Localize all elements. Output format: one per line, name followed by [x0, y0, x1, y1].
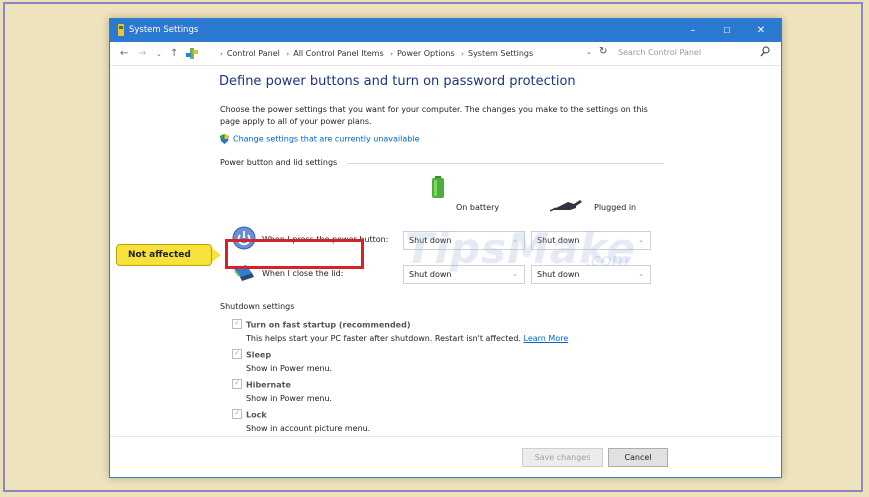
description-text: This helps start your PC faster after sh…	[246, 334, 521, 343]
hibernate-checkbox[interactable]: ✓ Hibernate	[232, 379, 291, 390]
lock-checkbox[interactable]: ✓ Lock	[232, 409, 267, 420]
change-settings-link-label[interactable]: Change settings that are currently unava…	[233, 135, 420, 144]
breadcrumb: › Control Panel › All Control Panel Items …	[216, 49, 533, 58]
select-value: Shut down	[537, 236, 580, 245]
forward-arrow-icon[interactable]: →	[138, 48, 146, 59]
plugged-in-header: Plugged in	[594, 203, 637, 212]
footer-bar: Save changes Cancel	[110, 436, 781, 477]
power-section-title: Power button and lid settings	[220, 158, 338, 167]
minimize-button[interactable]: –	[676, 19, 710, 42]
shutdown-section-title: Shutdown settings	[220, 302, 295, 311]
window-title: System Settings	[129, 25, 199, 35]
learn-more-link[interactable]: Learn More	[524, 334, 569, 343]
section-divider	[347, 163, 664, 164]
close-lid-label: When I close the lid:	[262, 269, 344, 278]
checkbox-title: Turn on fast startup (recommended)	[246, 320, 411, 330]
chevron-down-icon: ⌄	[638, 236, 644, 244]
battery-icon	[432, 176, 444, 198]
address-bar: ← → ⌄ ↑ › Control Panel › All Control Pane…	[110, 42, 781, 66]
select-value: Shut down	[409, 270, 452, 279]
page-description: Choose the power settings that you want …	[220, 105, 648, 126]
breadcrumb-separator-icon: ›	[390, 50, 394, 58]
recent-locations-chevron-icon[interactable]: ⌄	[156, 50, 162, 58]
close-button[interactable]: ✕	[744, 19, 778, 42]
address-dropdown-chevron-icon[interactable]: ⌄	[586, 48, 592, 56]
search-input[interactable]: Search Control Panel	[618, 48, 701, 57]
breadcrumb-item[interactable]: Power Options	[397, 49, 455, 58]
checkbox-check-icon: ✓	[232, 349, 242, 359]
callout-pointer	[212, 248, 221, 262]
checkbox-title: Lock	[246, 410, 267, 420]
breadcrumb-separator-icon: ›	[286, 50, 290, 58]
sleep-description: Show in Power menu.	[246, 364, 333, 373]
breadcrumb-item[interactable]: System Settings	[468, 49, 533, 58]
highlight-box	[225, 239, 364, 269]
power-button-plugged-select[interactable]: Shut down ⌄	[531, 231, 651, 250]
title-bar[interactable]: System Settings – ☐ ✕	[110, 19, 781, 42]
hibernate-description: Show in Power menu.	[246, 394, 333, 403]
checkbox-title: Hibernate	[246, 380, 291, 390]
power-button-battery-select[interactable]: Shut down ⌄	[403, 231, 525, 250]
breadcrumb-item[interactable]: Control Panel	[227, 49, 280, 58]
maximize-button[interactable]: ☐	[710, 19, 744, 42]
checkbox-title: Sleep	[246, 350, 272, 360]
chevron-down-icon: ⌄	[512, 270, 518, 278]
fast-startup-description: This helps start your PC faster after sh…	[246, 334, 568, 343]
refresh-icon[interactable]: ↻	[599, 46, 607, 57]
search-icon[interactable]	[760, 46, 770, 58]
breadcrumb-separator-icon: ›	[220, 50, 223, 58]
breadcrumb-separator-icon: ›	[461, 50, 464, 58]
page-title: Define power buttons and turn on passwor…	[219, 74, 576, 89]
back-arrow-icon[interactable]: ←	[120, 48, 128, 59]
chevron-down-icon: ⌄	[512, 236, 518, 244]
control-panel-icon	[186, 48, 198, 59]
on-battery-header: On battery	[456, 203, 500, 212]
select-value: Shut down	[537, 270, 580, 279]
select-value: Shut down	[409, 236, 452, 245]
change-settings-link[interactable]: Change settings that are currently unava…	[220, 134, 420, 144]
sleep-checkbox[interactable]: ✓ Sleep	[232, 349, 272, 360]
chevron-down-icon: ⌄	[638, 270, 644, 278]
close-lid-battery-select[interactable]: Shut down ⌄	[403, 265, 525, 284]
watermark-suffix: .com	[585, 250, 630, 271]
checkbox-check-icon: ✓	[232, 379, 242, 389]
uac-shield-icon	[220, 134, 229, 144]
power-plug-icon	[550, 200, 582, 212]
breadcrumb-item[interactable]: All Control Panel Items	[293, 49, 383, 58]
checkbox-check-icon: ✓	[232, 319, 242, 329]
checkbox-check-icon: ✓	[232, 409, 242, 419]
save-changes-button[interactable]: Save changes	[522, 448, 603, 467]
control-panel-icon	[118, 24, 124, 36]
up-arrow-icon[interactable]: ↑	[170, 48, 178, 59]
lock-description: Show in account picture menu.	[246, 424, 371, 433]
not-affected-callout: Not affected	[116, 244, 212, 266]
fast-startup-checkbox[interactable]: ✓ Turn on fast startup (recommended)	[232, 319, 411, 330]
cancel-button[interactable]: Cancel	[608, 448, 668, 467]
